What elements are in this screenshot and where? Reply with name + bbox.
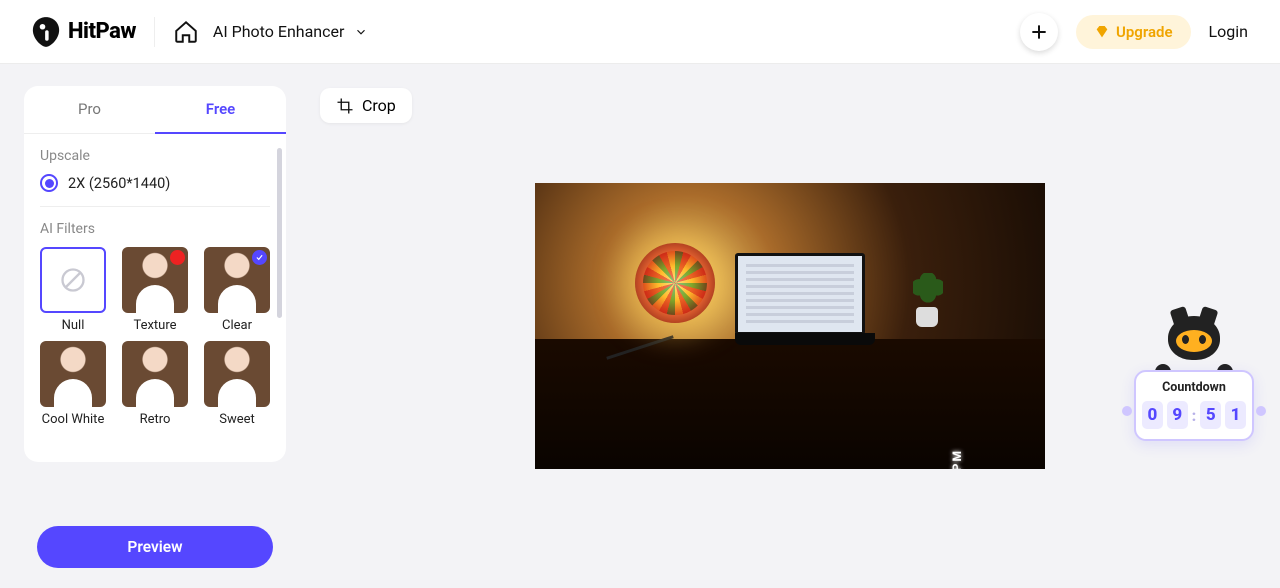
photo-timestamp: 10:59PM [950, 449, 985, 469]
filter-clear[interactable]: Clear [204, 247, 270, 333]
tool-name: AI Photo Enhancer [213, 22, 345, 41]
countdown-title: Countdown [1142, 380, 1246, 395]
upscale-option-label: 2X (2560*1440) [68, 175, 170, 192]
check-icon [255, 253, 264, 262]
preview-button[interactable]: Preview [37, 526, 273, 568]
sidebar-body: Upscale 2X (2560*1440) AI Filters Null [24, 134, 286, 462]
radio-selected-icon [40, 174, 58, 192]
countdown-digits: 0 9 : 5 1 [1142, 401, 1246, 429]
filter-thumb-retro [122, 341, 188, 407]
filter-texture[interactable]: Texture [122, 247, 188, 333]
upscale-section-title: Upscale [40, 148, 270, 164]
none-icon [59, 266, 87, 294]
upgrade-button[interactable]: Upgrade [1076, 15, 1191, 49]
countdown-digit: 0 [1142, 401, 1163, 429]
cat-mascot-icon [1157, 316, 1231, 378]
filter-label: Clear [204, 318, 270, 333]
filter-label: Sweet [204, 412, 270, 427]
tab-pro[interactable]: Pro [24, 86, 155, 134]
filter-thumb-clear [204, 247, 270, 313]
home-button[interactable] [173, 19, 199, 45]
tab-free[interactable]: Free [155, 86, 286, 134]
home-icon [173, 19, 199, 45]
filter-grid: Null Texture Cle [40, 247, 270, 427]
filter-thumb-sweet [204, 341, 270, 407]
sidebar-panel: Pro Free Upscale 2X (2560*1440) AI Filte… [24, 86, 286, 462]
photo-preview[interactable]: 10:59PM [535, 183, 1045, 469]
crop-label: Crop [362, 96, 396, 115]
sidebar-tabs: Pro Free [24, 86, 286, 134]
app-header: HitPaw AI Photo Enhancer Upgrade Login [0, 0, 1280, 64]
filter-coolwhite[interactable]: Cool White [40, 341, 106, 427]
login-link[interactable]: Login [1209, 22, 1248, 41]
filter-label: Cool White [40, 412, 106, 427]
diamond-icon [1094, 24, 1110, 40]
check-badge-icon [252, 250, 267, 265]
main-area: Pro Free Upscale 2X (2560*1440) AI Filte… [0, 64, 1280, 588]
canvas-area: Crop 10:59PM [300, 64, 1280, 588]
brand-logo[interactable]: HitPaw [32, 17, 136, 47]
filter-retro[interactable]: Retro [122, 341, 188, 427]
filter-null[interactable]: Null [40, 247, 106, 333]
filter-thumb-texture [122, 247, 188, 313]
countdown-digit: 9 [1167, 401, 1188, 429]
add-button[interactable] [1020, 13, 1058, 51]
crop-button[interactable]: Crop [320, 88, 412, 123]
crop-icon [336, 97, 354, 115]
scrollbar-thumb[interactable] [277, 148, 282, 318]
filters-section-title: AI Filters [40, 221, 270, 237]
filter-label: Null [40, 318, 106, 333]
upscale-option-2x[interactable]: 2X (2560*1440) [40, 174, 270, 192]
countdown-colon: : [1192, 406, 1197, 425]
filter-thumb-coolwhite [40, 341, 106, 407]
tool-dropdown[interactable]: AI Photo Enhancer [213, 22, 369, 41]
countdown-box: Countdown 0 9 : 5 1 [1134, 370, 1254, 441]
filter-label: Texture [122, 318, 188, 333]
divider [40, 206, 270, 207]
countdown-digit: 1 [1225, 401, 1246, 429]
countdown-digit: 5 [1200, 401, 1221, 429]
hitpaw-logo-icon [32, 17, 60, 47]
filter-label: Retro [122, 412, 188, 427]
upgrade-label: Upgrade [1116, 23, 1173, 41]
sidebar-container: Pro Free Upscale 2X (2560*1440) AI Filte… [0, 64, 300, 588]
filter-sweet[interactable]: Sweet [204, 341, 270, 427]
chevron-down-icon [354, 25, 368, 39]
brand-name: HitPaw [68, 19, 136, 44]
new-badge-icon [170, 250, 185, 265]
countdown-widget[interactable]: Countdown 0 9 : 5 1 [1134, 304, 1254, 441]
plus-icon [1029, 22, 1049, 42]
filter-thumb-null [40, 247, 106, 313]
divider [154, 17, 155, 47]
